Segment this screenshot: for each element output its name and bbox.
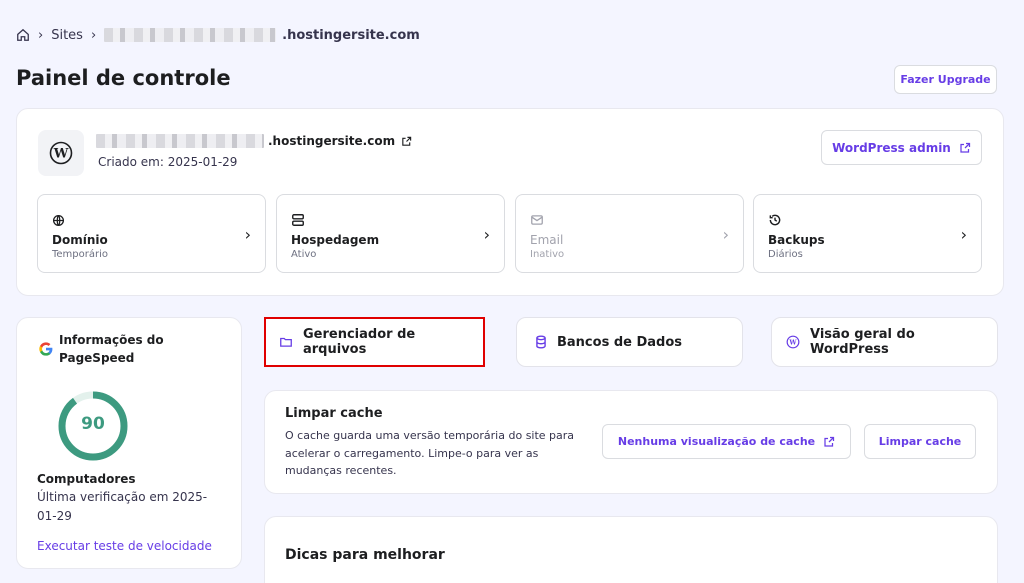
tile-backups-status: Diários <box>768 249 803 260</box>
mail-icon <box>530 212 544 226</box>
tile-hosting-status: Ativo <box>291 249 317 260</box>
wordpress-icon: W <box>786 335 800 349</box>
tile-hosting-title: Hospedagem <box>291 233 380 247</box>
chevron-right-icon: › <box>38 27 44 43</box>
tile-hosting[interactable]: Hospedagem Ativo › <box>276 194 505 273</box>
site-domain[interactable]: .hostingersite.com <box>96 134 412 148</box>
page-title: Painel de controle <box>16 66 231 90</box>
databases-button[interactable]: Bancos de Dados <box>516 317 743 367</box>
tips-title: Dicas para melhorar <box>285 547 445 563</box>
chevron-right-icon: › <box>90 27 97 43</box>
chevron-right-icon: › <box>722 225 729 244</box>
file-manager-button[interactable]: Gerenciador de arquivos <box>264 317 485 367</box>
server-icon <box>291 212 305 226</box>
tile-email-status: Inativo <box>530 249 565 260</box>
folder-icon <box>279 335 293 349</box>
upgrade-button[interactable]: Fazer Upgrade <box>894 65 997 94</box>
redacted-domain <box>104 28 277 42</box>
breadcrumb: › Sites › .hostingersite.com <box>16 26 420 44</box>
breadcrumb-domain: .hostingersite.com <box>282 27 420 43</box>
wordpress-admin-button[interactable]: WordPress admin <box>821 130 982 165</box>
external-link-icon <box>959 142 971 154</box>
file-manager-label: Gerenciador de arquivos <box>303 327 416 357</box>
redacted-domain <box>96 134 264 148</box>
tile-domain[interactable]: Domínio Temporário › <box>37 194 266 273</box>
svg-text:W: W <box>788 338 797 346</box>
no-cache-preview-button[interactable]: Nenhuma visualização de cache <box>602 424 851 459</box>
cache-title: Limpar cache <box>285 406 383 421</box>
no-cache-preview-label: Nenhuma visualização de cache <box>617 435 816 448</box>
chevron-right-icon: › <box>483 225 490 244</box>
globe-icon <box>52 212 66 227</box>
history-icon <box>768 212 782 226</box>
external-link-icon[interactable] <box>401 136 412 147</box>
chevron-right-icon: › <box>960 225 967 244</box>
external-link-icon <box>823 436 835 448</box>
tile-backups-title: Backups <box>768 233 825 247</box>
tile-domain-title: Domínio <box>52 233 108 247</box>
svg-text:W: W <box>53 147 69 162</box>
tile-email[interactable]: Email Inativo › <box>515 194 744 273</box>
tile-email-title: Email <box>530 233 564 247</box>
chevron-right-icon: › <box>244 225 251 244</box>
cache-description: O cache guarda uma versão temporária do … <box>285 429 575 477</box>
google-icon <box>38 341 54 357</box>
pagespeed-device: Computadores <box>37 472 136 486</box>
pagespeed-title: Informações do PageSpeed <box>59 333 164 365</box>
home-icon[interactable] <box>16 28 30 42</box>
site-domain-label: .hostingersite.com <box>268 134 396 148</box>
run-speed-test-link[interactable]: Executar teste de velocidade <box>37 539 212 553</box>
wordpress-admin-label: WordPress admin <box>832 140 951 155</box>
site-created-date: Criado em: 2025-01-29 <box>98 155 238 169</box>
clear-cache-button[interactable]: Limpar cache <box>864 424 976 459</box>
wordpress-logo-icon: W <box>38 130 84 176</box>
breadcrumb-sites[interactable]: Sites <box>51 28 83 43</box>
databases-label: Bancos de Dados <box>557 334 683 350</box>
wordpress-overview-button[interactable]: W Visão geral do WordPress <box>771 317 998 367</box>
pagespeed-score: 90 <box>81 414 105 434</box>
database-icon <box>535 335 547 349</box>
tile-backups[interactable]: Backups Diários › <box>753 194 982 273</box>
tile-domain-status: Temporário <box>52 249 109 260</box>
wordpress-overview-label: Visão geral do WordPress <box>810 327 915 357</box>
pagespeed-last-check: Última verificação em 2025-01-29 <box>37 490 208 523</box>
